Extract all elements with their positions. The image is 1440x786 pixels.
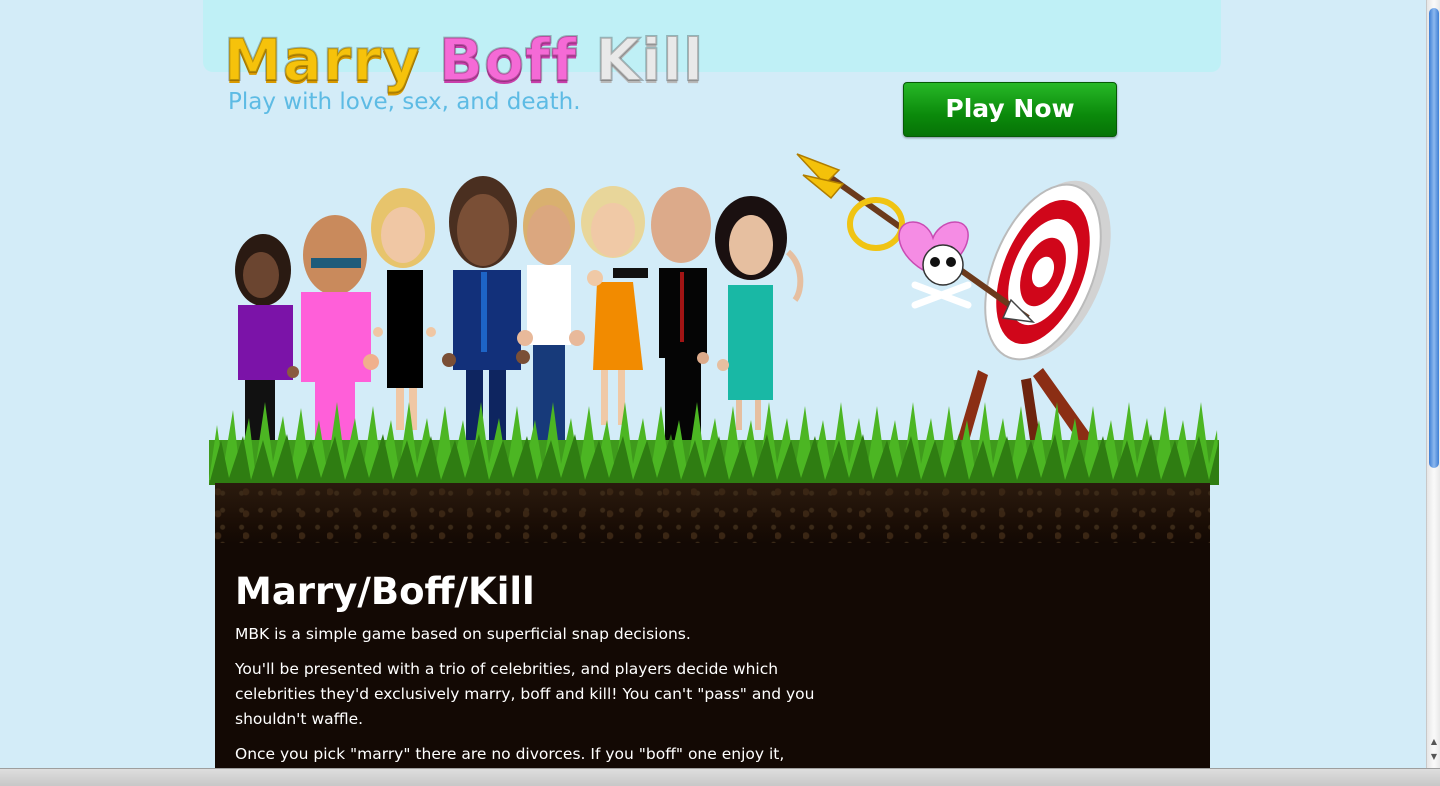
celebrity-figure: [235, 234, 299, 440]
content-panel: Marry/Boff/Kill MBK is a simple game bas…: [215, 483, 1210, 768]
scroll-up-arrow-icon[interactable]: ▲: [1429, 737, 1439, 747]
play-now-button[interactable]: Play Now: [903, 82, 1117, 137]
celebrity-figure: [371, 188, 436, 430]
target-icon: [953, 180, 1111, 460]
celebrity-figures: [235, 176, 804, 448]
celebrity-figure: [581, 186, 645, 425]
hero-illustration: [209, 153, 1219, 485]
vertical-scrollbar[interactable]: ▲ ▼: [1426, 0, 1440, 768]
celebrity-figure: [442, 176, 530, 445]
content-body: Marry/Boff/Kill MBK is a simple game bas…: [235, 571, 835, 768]
logo[interactable]: Marry Boff Kill: [223, 26, 704, 94]
celebrity-figure: [715, 196, 804, 430]
tagline: Play with love, sex, and death.: [228, 89, 581, 115]
scroll-thumb[interactable]: [1429, 8, 1439, 468]
details-paragraph: Once you pick "marry" there are no divor…: [235, 745, 785, 763]
browser-status-bar: [0, 768, 1440, 786]
celebrity-figure: [517, 188, 585, 440]
rules-paragraph: You'll be presented with a trio of celeb…: [235, 660, 815, 728]
content-title: Marry/Boff/Kill: [235, 570, 535, 613]
scroll-down-arrow-icon[interactable]: ▼: [1429, 752, 1439, 762]
page: Marry Boff Kill Play with love, sex, and…: [0, 0, 1426, 768]
dirt-texture: [215, 483, 1210, 543]
logo-boff: Boff: [438, 26, 578, 94]
intro-paragraph: MBK is a simple game based on superficia…: [235, 625, 691, 643]
celebrity-figure: [301, 215, 379, 442]
logo-marry: Marry: [223, 26, 421, 94]
logo-kill: Kill: [594, 26, 704, 94]
